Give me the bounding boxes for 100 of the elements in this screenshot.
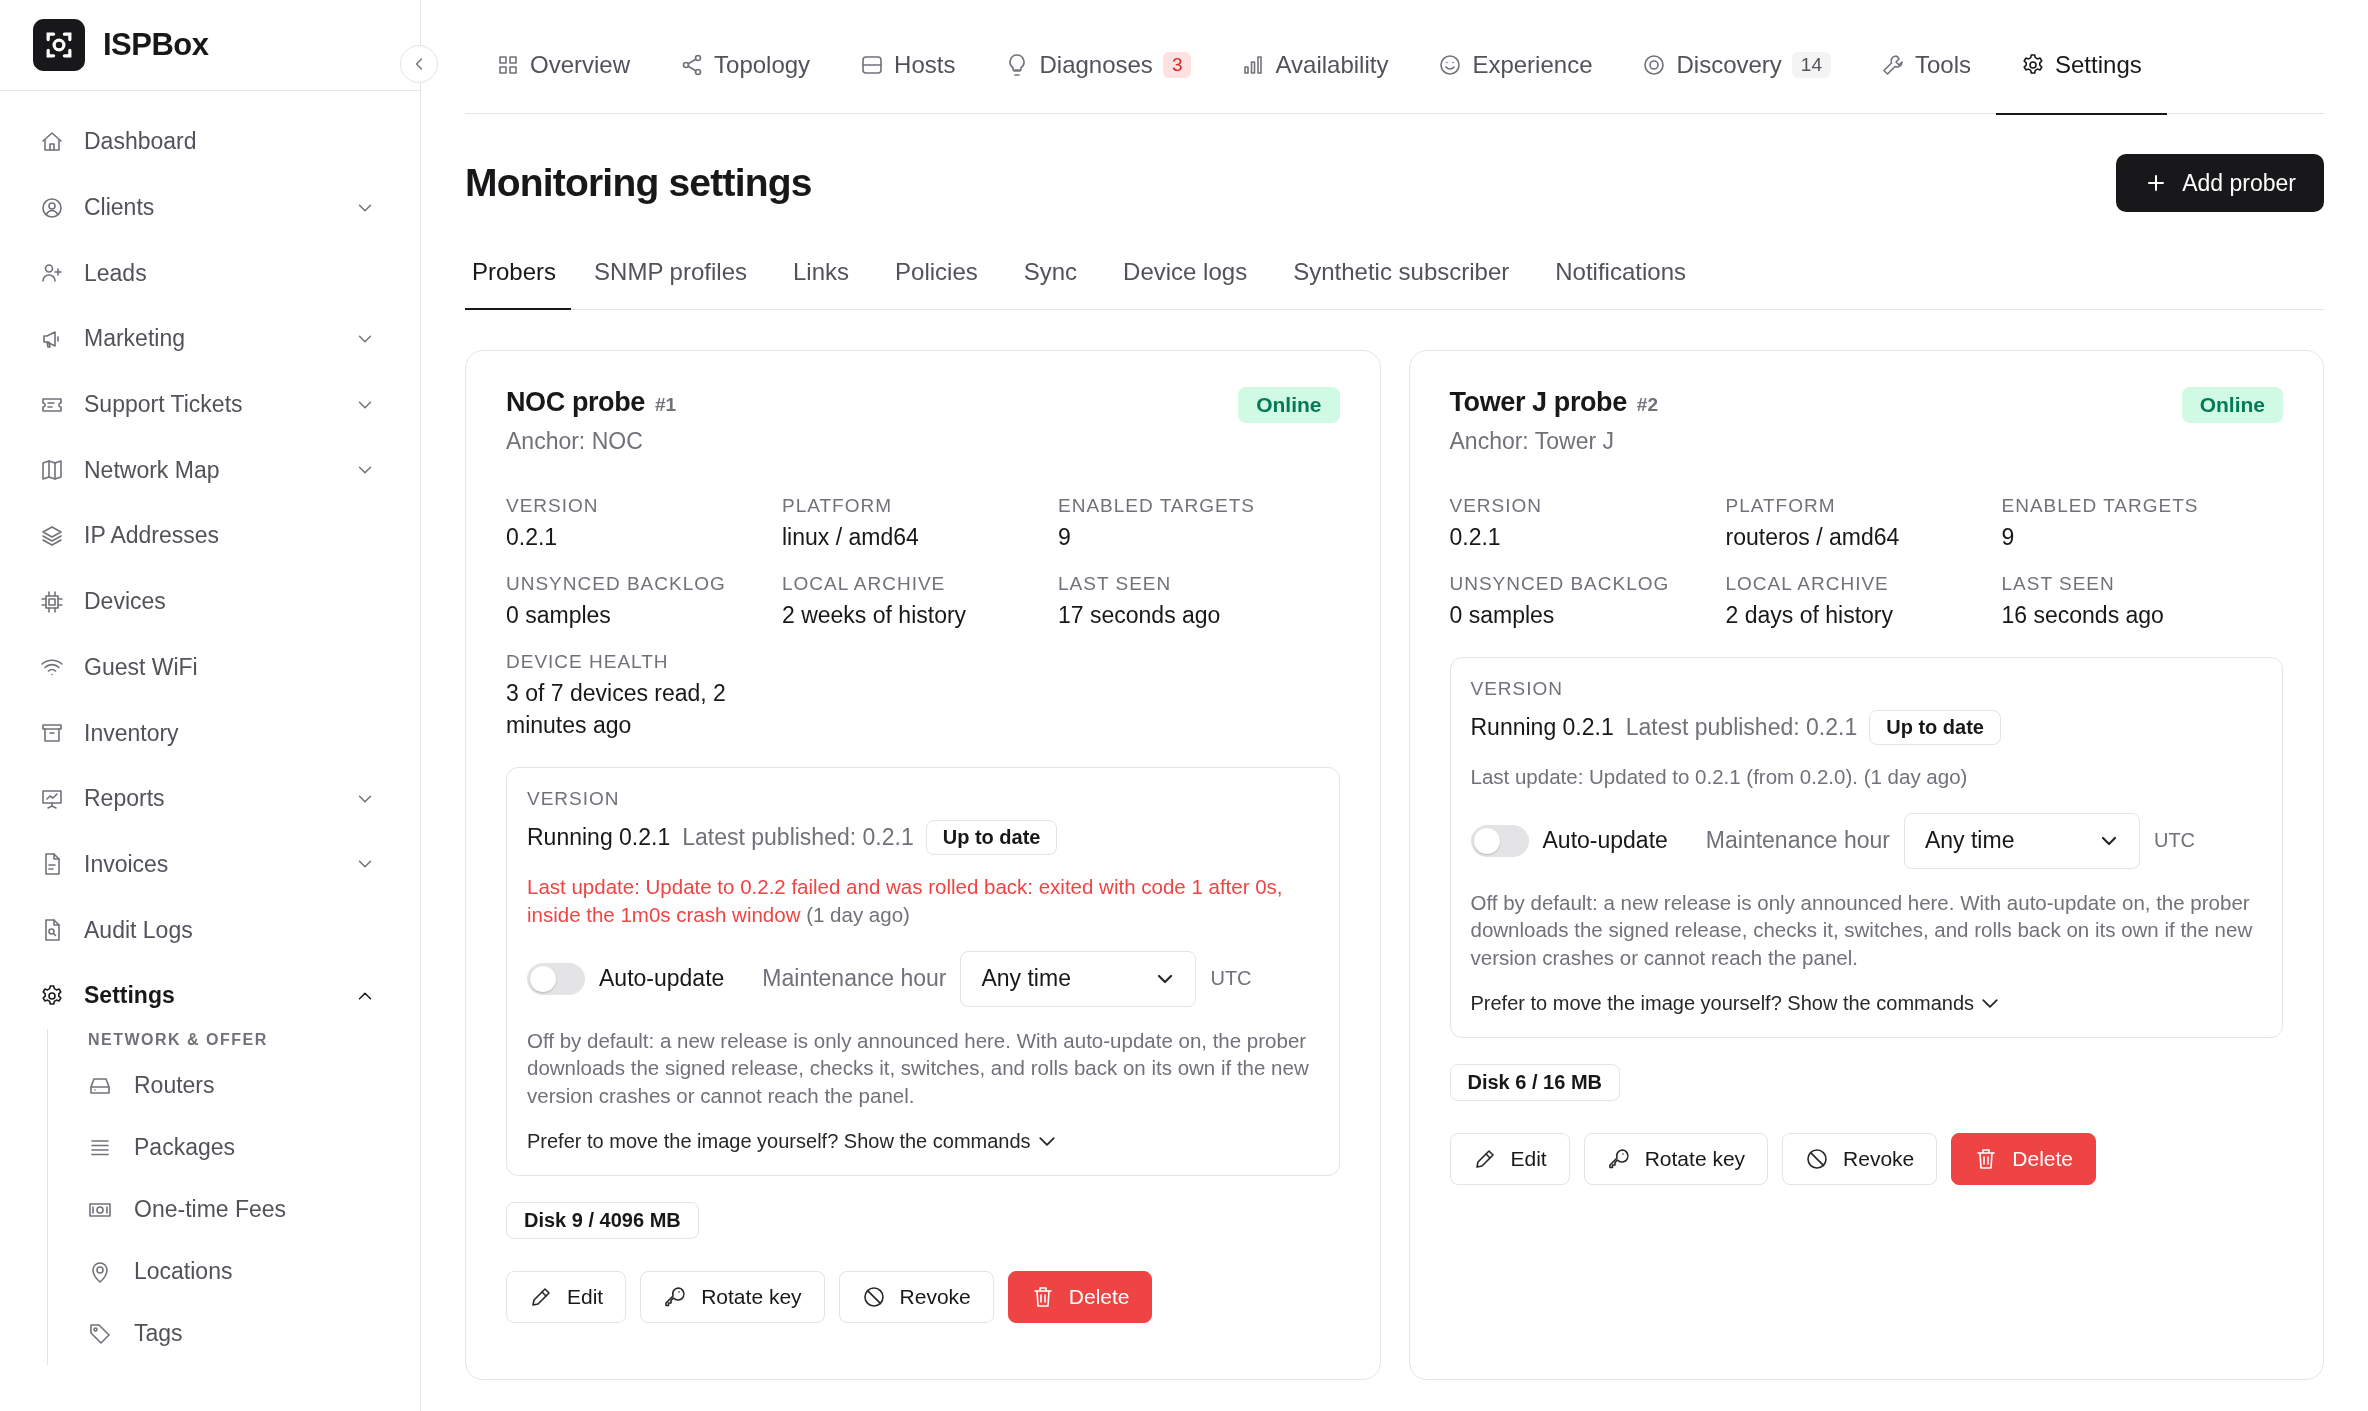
nav-tab[interactable]: Diagnoses 3 xyxy=(980,0,1217,115)
rotate-key-button[interactable]: Rotate key xyxy=(640,1270,825,1323)
revoke-button[interactable]: Revoke xyxy=(1782,1132,1938,1185)
brand-name: ISPBox xyxy=(103,27,209,63)
auto-update-toggle[interactable] xyxy=(1470,824,1529,857)
latest-version: Latest published: 0.2.1 xyxy=(1625,713,1858,741)
prober-number: #1 xyxy=(654,393,677,416)
nav-tab[interactable]: Hosts xyxy=(835,0,981,115)
show-commands-link[interactable]: Prefer to move the image yourself? Show the commands xyxy=(527,1129,1319,1153)
sidebar-item[interactable]: Support Tickets xyxy=(40,371,420,438)
anchor-text: Anchor: NOC xyxy=(506,427,644,455)
disk-usage-badge: Disk 9 / 4096 MB xyxy=(506,1201,699,1239)
field-value: 17 seconds ago xyxy=(1058,600,1222,630)
sidebar-item[interactable]: Network Map xyxy=(40,437,420,504)
tab[interactable]: SNMP profiles xyxy=(571,248,770,310)
maintenance-hour-select[interactable]: Any time xyxy=(1903,812,2140,869)
sidebar-item[interactable]: Invoices xyxy=(40,831,420,898)
field-label: ENABLED TARGETS xyxy=(1058,494,1256,517)
sidebar-subitem[interactable]: One-time Fees xyxy=(88,1178,420,1241)
edit-button[interactable]: Edit xyxy=(506,1270,627,1323)
smiley-icon xyxy=(1438,53,1463,78)
tab[interactable]: Links xyxy=(770,248,873,310)
auto-update-toggle[interactable] xyxy=(527,962,585,995)
field-label: UNSYNCED BACKLOG xyxy=(506,572,727,595)
field-value: 9 xyxy=(1058,522,1072,552)
field-label: LAST SEEN xyxy=(1058,572,1173,595)
section-heading: NETWORK & OFFER xyxy=(88,1030,269,1049)
status-badge: Online xyxy=(1238,386,1340,423)
field-value: routeros / amd64 xyxy=(1725,522,1901,552)
nav-tab[interactable]: Topology xyxy=(655,0,836,115)
ban-icon xyxy=(1805,1146,1830,1171)
sidebar-item[interactable]: Audit Logs xyxy=(40,897,420,963)
collapse-button[interactable] xyxy=(400,45,438,83)
tab[interactable]: Sync xyxy=(1000,248,1101,310)
panel-label: VERSION xyxy=(527,788,621,811)
sidebar-item[interactable]: Settings xyxy=(40,962,420,1029)
key-icon xyxy=(663,1284,688,1309)
sidebar-item[interactable]: Marketing xyxy=(40,306,420,372)
house-icon xyxy=(40,129,64,154)
tab[interactable]: Device logs xyxy=(1100,248,1271,310)
revoke-button[interactable]: Revoke xyxy=(838,1270,994,1323)
delete-button[interactable]: Delete xyxy=(1951,1132,2096,1185)
field-label: LOCAL ARCHIVE xyxy=(782,572,947,595)
sidebar-item[interactable]: Devices xyxy=(40,568,420,635)
sidebar-item[interactable]: IP Addresses xyxy=(40,503,420,569)
nav-tab[interactable]: Tools xyxy=(1856,0,1996,115)
rotate-key-button[interactable]: Rotate key xyxy=(1583,1132,1769,1185)
disk-usage-badge: Disk 6 / 16 MB xyxy=(1449,1063,1620,1101)
show-commands-link[interactable]: Prefer to move the image yourself? Show the commands xyxy=(1470,991,2262,1015)
prober-number: #2 xyxy=(1636,393,1658,416)
edit-button[interactable]: Edit xyxy=(1449,1132,1570,1185)
timezone-label: UTC xyxy=(1210,967,1252,991)
delete-button[interactable]: Delete xyxy=(1007,1270,1153,1323)
anchor-text: Anchor: Tower J xyxy=(1449,427,1615,455)
sidebar-item[interactable]: Inventory xyxy=(40,700,420,766)
field-value: 2 weeks of history xyxy=(782,600,968,630)
field-label: PLATFORM xyxy=(1725,494,1837,517)
maintenance-hour-select[interactable]: Any time xyxy=(960,950,1197,1007)
field-value: linux / amd64 xyxy=(782,522,920,552)
field-label: VERSION xyxy=(506,494,600,517)
chevron-down-icon xyxy=(1038,1136,1055,1146)
last-update-text: Last update: Updated to 0.2.1 (from 0.2.0). (1 day ago) xyxy=(1470,763,1969,790)
nav-tab[interactable]: Experience xyxy=(1413,0,1618,115)
person-circle-icon xyxy=(40,195,64,220)
tag-icon xyxy=(88,1321,112,1346)
timezone-label: UTC xyxy=(2153,829,2196,853)
field-label: PLATFORM xyxy=(782,494,894,517)
field-label: LOCAL ARCHIVE xyxy=(1725,572,1890,595)
nav-tab[interactable]: Settings xyxy=(1996,0,2167,115)
field-label: VERSION xyxy=(1449,494,1544,517)
nav-tab[interactable]: Discovery 14 xyxy=(1617,0,1856,115)
tab[interactable]: Policies xyxy=(872,248,1001,310)
nav-tab[interactable]: Availability xyxy=(1216,0,1414,115)
sidebar-item[interactable]: Guest WiFi xyxy=(40,634,420,701)
map-icon xyxy=(40,458,64,483)
help-text: Off by default: a new release is only announced here. With auto-update on, the prober downloads the signed release, checks it, switches, and rolls back on its own if the new version crashes or cannot reach the panel. xyxy=(527,1027,1310,1109)
sidebar-item[interactable]: Dashboard xyxy=(40,109,420,175)
sidebar-item[interactable]: Clients xyxy=(40,174,420,241)
sidebar-item[interactable]: Reports xyxy=(40,765,420,832)
sidebar-subitem[interactable]: Routers xyxy=(88,1054,420,1117)
add-prober-button[interactable]: Add prober xyxy=(2116,154,2324,212)
toggle-label: Auto-update xyxy=(1542,827,1668,855)
nav-tab[interactable]: Overview xyxy=(471,0,656,115)
field-label: UNSYNCED BACKLOG xyxy=(1449,572,1671,595)
prober-name: NOC probe xyxy=(506,386,645,418)
tab[interactable]: Notifications xyxy=(1532,248,1709,310)
settings-icon xyxy=(40,983,64,1008)
field-value: 0.2.1 xyxy=(1449,522,1502,552)
panel-label: VERSION xyxy=(1470,677,1565,700)
sidebar-item[interactable]: Leads xyxy=(40,240,420,307)
tab[interactable]: Synthetic subscriber xyxy=(1270,248,1533,310)
tab[interactable]: Probers xyxy=(465,248,572,310)
sidebar-subitem[interactable]: Tags xyxy=(88,1302,420,1365)
field-value: 2 days of history xyxy=(1725,600,1894,630)
sidebar-subitem[interactable]: Locations xyxy=(88,1240,420,1303)
sidebar-subitem[interactable]: Packages xyxy=(88,1116,420,1179)
running-version: Running 0.2.1 xyxy=(527,824,671,852)
field-value: 3 of 7 devices read, 2 minutes ago xyxy=(506,678,727,741)
running-version: Running 0.2.1 xyxy=(1470,713,1614,741)
ban-icon xyxy=(861,1284,886,1309)
